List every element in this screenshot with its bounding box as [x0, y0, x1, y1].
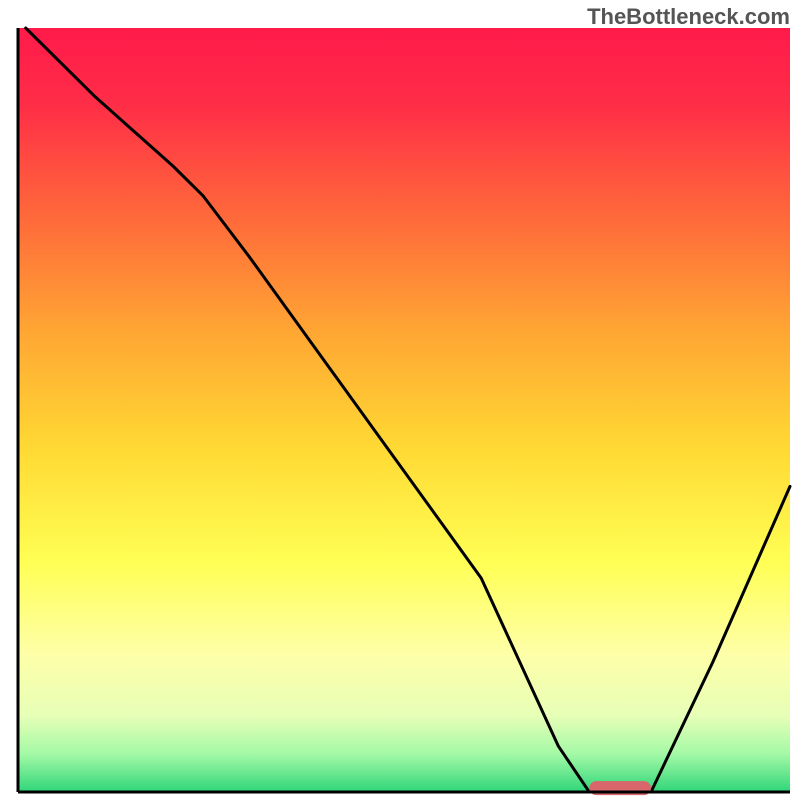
bottleneck-chart [0, 0, 800, 800]
watermark-label: TheBottleneck.com [587, 4, 790, 30]
chart-background [18, 28, 790, 792]
chart-container: TheBottleneck.com [0, 0, 800, 800]
